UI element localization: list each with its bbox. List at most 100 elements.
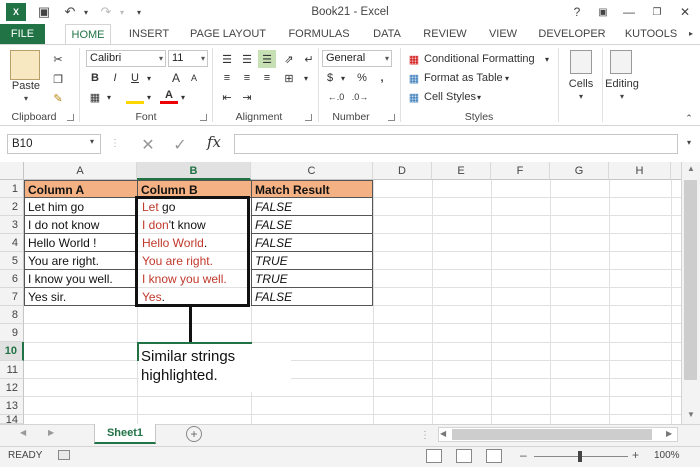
column-header-h[interactable]: H bbox=[609, 162, 671, 180]
italic-button[interactable]: I bbox=[106, 69, 124, 87]
paste-dropdown-icon[interactable]: ▾ bbox=[20, 94, 32, 103]
cell-a4[interactable]: Hello World ! bbox=[24, 233, 138, 252]
format-painter-icon[interactable]: ✎ bbox=[48, 89, 68, 107]
name-box-dropdown-icon[interactable]: ▾ bbox=[90, 137, 94, 146]
row-header-14[interactable]: 14 bbox=[0, 415, 24, 424]
select-all-button[interactable] bbox=[0, 162, 24, 180]
scroll-up-icon[interactable]: ▲ bbox=[684, 164, 698, 173]
row-header-11[interactable]: 11 bbox=[0, 361, 24, 379]
cell-c4[interactable]: FALSE bbox=[251, 233, 373, 252]
name-box[interactable]: B10 bbox=[7, 134, 101, 154]
tab-developer[interactable]: DEVELOPER bbox=[534, 24, 610, 44]
wrap-text-icon[interactable]: ↵ bbox=[300, 50, 318, 68]
tab-home[interactable]: HOME bbox=[65, 24, 111, 45]
column-header-g[interactable]: G bbox=[550, 162, 609, 180]
merge-dropdown-icon[interactable]: ▾ bbox=[300, 69, 312, 87]
format-as-table-icon[interactable]: ▦ bbox=[406, 69, 422, 87]
row-header-4[interactable]: 4 bbox=[0, 234, 24, 252]
format-as-table-button[interactable]: Format as Table bbox=[424, 69, 503, 87]
page-break-view-icon[interactable] bbox=[486, 449, 502, 463]
horizontal-scroll-thumb[interactable] bbox=[452, 429, 652, 440]
paste-icon[interactable] bbox=[10, 50, 40, 80]
cell-c1[interactable]: Match Result bbox=[251, 180, 373, 198]
tab-insert[interactable]: INSERT bbox=[124, 24, 174, 44]
fill-color-icon[interactable] bbox=[126, 90, 144, 104]
row-header-1[interactable]: 1 bbox=[0, 180, 24, 198]
cells-button[interactable]: Cells bbox=[562, 78, 600, 90]
column-header-c[interactable]: C bbox=[251, 162, 373, 180]
row-header-3[interactable]: 3 bbox=[0, 216, 24, 234]
font-launcher-icon[interactable] bbox=[200, 114, 207, 121]
font-color-dropdown-icon[interactable]: ▾ bbox=[178, 88, 188, 106]
cell-c6[interactable]: TRUE bbox=[251, 269, 373, 288]
vertical-scroll-thumb[interactable] bbox=[684, 180, 697, 380]
shrink-font-button[interactable]: A bbox=[186, 69, 202, 87]
paste-button[interactable]: Paste bbox=[8, 80, 44, 92]
restore-icon[interactable]: ❐ bbox=[646, 0, 668, 24]
bold-button[interactable]: B bbox=[86, 69, 104, 87]
cell-c3[interactable]: FALSE bbox=[251, 215, 373, 234]
cell-a6[interactable]: I know you well. bbox=[24, 269, 138, 288]
tabs-scroll-right-icon[interactable]: ▸ bbox=[684, 24, 698, 44]
number-launcher-icon[interactable] bbox=[388, 114, 395, 121]
align-right-icon[interactable]: ≡ bbox=[258, 69, 276, 87]
row-header-6[interactable]: 6 bbox=[0, 270, 24, 288]
row-header-10[interactable]: 10 bbox=[0, 342, 24, 361]
font-color-button[interactable]: A bbox=[160, 88, 178, 104]
font-size-dropdown[interactable]: 11 ▾ bbox=[168, 50, 208, 67]
underline-button[interactable]: U bbox=[126, 69, 144, 87]
number-format-dropdown[interactable]: General ▾ bbox=[322, 50, 392, 67]
grow-font-button[interactable]: A bbox=[168, 69, 184, 87]
tab-view[interactable]: VIEW bbox=[482, 24, 524, 44]
conditional-formatting-button[interactable]: Conditional Formatting bbox=[424, 50, 535, 68]
row-header-7[interactable]: 7 bbox=[0, 288, 24, 306]
scroll-right-icon[interactable]: ▶ bbox=[666, 429, 676, 438]
ribbon-display-icon[interactable]: ▣ bbox=[592, 0, 614, 24]
row-header-8[interactable]: 8 bbox=[0, 306, 24, 324]
conditional-formatting-icon[interactable]: ▦ bbox=[406, 50, 422, 68]
row-header-9[interactable]: 9 bbox=[0, 324, 24, 342]
cell-c7[interactable]: FALSE bbox=[251, 287, 373, 306]
increase-indent-icon[interactable]: ⇥ bbox=[238, 88, 256, 106]
close-icon[interactable]: ✕ bbox=[674, 0, 696, 24]
tab-review[interactable]: REVIEW bbox=[418, 24, 472, 44]
borders-icon[interactable]: ▦ bbox=[86, 88, 104, 106]
percent-button[interactable]: % bbox=[354, 69, 370, 87]
next-sheet-icon[interactable]: ▶ bbox=[48, 428, 60, 437]
zoom-out-button[interactable]: – bbox=[520, 448, 527, 462]
conditional-formatting-dropdown-icon[interactable]: ▾ bbox=[542, 50, 552, 68]
underline-dropdown-icon[interactable]: ▾ bbox=[144, 69, 154, 87]
column-header-b[interactable]: B bbox=[137, 162, 251, 180]
cell-c2[interactable]: FALSE bbox=[251, 197, 373, 216]
cell-a1[interactable]: Column A bbox=[24, 180, 138, 198]
tab-file[interactable]: FILE bbox=[0, 24, 45, 44]
expand-formula-bar-icon[interactable]: ▾ bbox=[682, 138, 696, 147]
format-as-table-dropdown-icon[interactable]: ▾ bbox=[502, 69, 512, 87]
insert-function-button[interactable]: fx bbox=[202, 133, 226, 151]
cancel-button[interactable]: ✕ bbox=[138, 135, 158, 155]
fill-color-dropdown-icon[interactable]: ▾ bbox=[144, 88, 154, 106]
zoom-in-button[interactable]: + bbox=[632, 448, 639, 462]
cell-a5[interactable]: You are right. bbox=[24, 251, 138, 270]
editing-button[interactable]: Editing bbox=[600, 78, 644, 90]
copy-icon[interactable]: ❐ bbox=[48, 70, 68, 88]
decrease-indent-icon[interactable]: ⇤ bbox=[218, 88, 236, 106]
comma-button[interactable]: , bbox=[374, 69, 390, 87]
align-center-icon[interactable]: ≡ bbox=[238, 69, 256, 87]
row-header-12[interactable]: 12 bbox=[0, 379, 24, 397]
cells-icon[interactable] bbox=[570, 50, 592, 74]
column-header-a[interactable]: A bbox=[24, 162, 137, 180]
help-button[interactable]: ? bbox=[566, 0, 588, 24]
cut-icon[interactable]: ✂ bbox=[48, 50, 68, 68]
find-binoculars-icon[interactable] bbox=[610, 50, 632, 74]
cell-styles-dropdown-icon[interactable]: ▾ bbox=[474, 88, 484, 106]
scroll-down-icon[interactable]: ▼ bbox=[684, 410, 698, 419]
column-header-d[interactable]: D bbox=[373, 162, 432, 180]
alignment-launcher-icon[interactable] bbox=[305, 114, 312, 121]
row-header-2[interactable]: 2 bbox=[0, 198, 24, 216]
formula-input[interactable] bbox=[234, 134, 678, 154]
zoom-level[interactable]: 100% bbox=[654, 450, 680, 461]
minimize-icon[interactable]: — bbox=[618, 0, 640, 24]
enter-button[interactable]: ✓ bbox=[170, 135, 190, 155]
cell-a2[interactable]: Let him go bbox=[24, 197, 138, 216]
